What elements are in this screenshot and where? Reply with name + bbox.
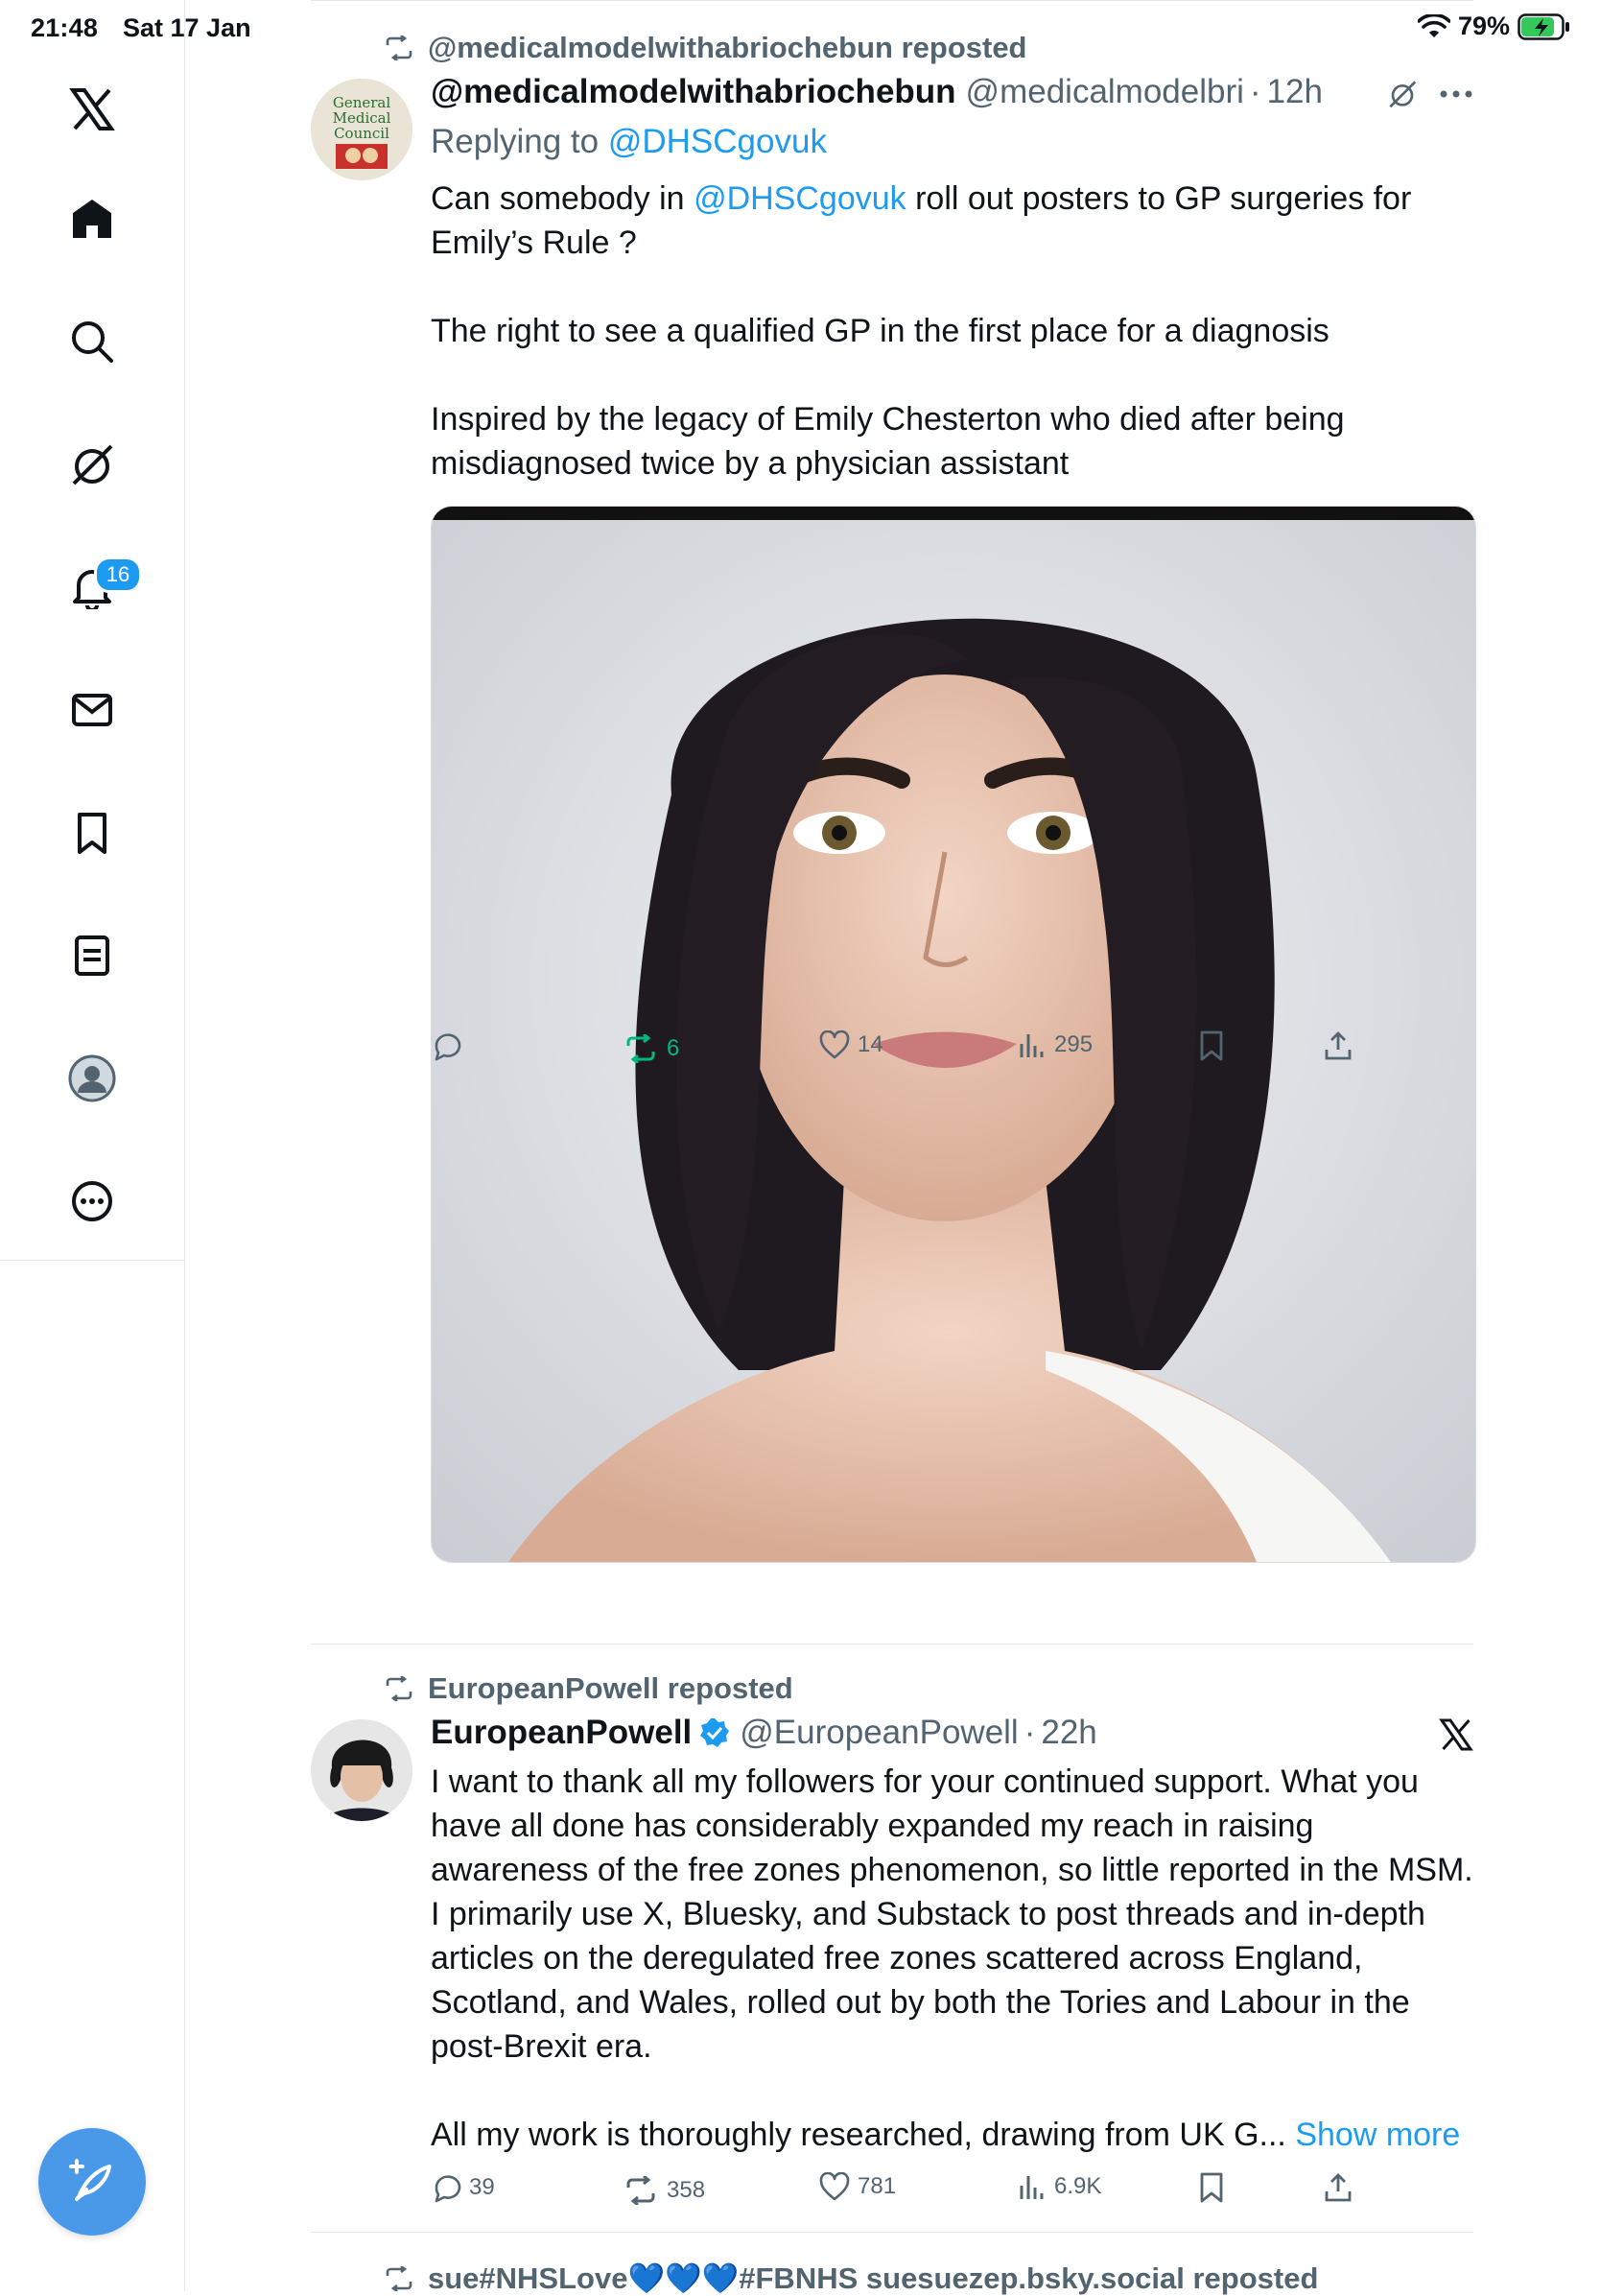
share-button[interactable] xyxy=(1323,2172,1353,2203)
tweet-header: @medicalmodelwithabriochebun @medicalmod… xyxy=(431,73,1323,111)
heart-icon xyxy=(819,1030,850,1059)
text-paragraph: Inspired by the legacy of Emily Chestert… xyxy=(431,401,1345,482)
tweet-divider xyxy=(311,2232,1473,2233)
tweet-actions: 39 358 781 6.9K xyxy=(431,2172,1390,2220)
repost-by-text[interactable]: @medicalmodelwithabriochebun reposted xyxy=(428,31,1027,65)
repost-indicator: @medicalmodelwithabriochebun reposted xyxy=(384,31,1027,65)
bookmarks-icon[interactable] xyxy=(65,806,119,860)
x-logo-icon[interactable] xyxy=(65,83,119,136)
tweet-avatar[interactable] xyxy=(311,1719,412,1821)
compose-button[interactable] xyxy=(38,2128,146,2236)
tweet-text: I want to thank all my followers for you… xyxy=(431,1760,1476,2157)
grok-icon[interactable] xyxy=(65,438,119,491)
tweet-top-actions xyxy=(1387,79,1473,109)
bookmark-button[interactable] xyxy=(1198,1030,1225,1061)
more-circle-icon[interactable] xyxy=(65,1174,119,1228)
author-name[interactable]: EuropeanPowell xyxy=(431,1714,692,1752)
more-options-icon[interactable] xyxy=(1439,89,1473,99)
author-handle[interactable]: @EuropeanPowell xyxy=(740,1714,1018,1752)
text-paragraph: I primarily use X, Bluesky, and Substack… xyxy=(431,1896,1425,2065)
tweet-time[interactable]: 12h xyxy=(1267,73,1323,111)
sidebar-divider xyxy=(0,1260,184,1261)
like-button[interactable]: 781 xyxy=(819,2172,896,2201)
x-logo-icon[interactable] xyxy=(1439,1717,1473,1752)
views-chart-icon xyxy=(1020,1034,1044,1057)
messages-envelope-icon[interactable] xyxy=(65,683,119,737)
share-icon xyxy=(1325,1031,1352,1060)
views-count: 6.9K xyxy=(1054,2173,1102,2199)
repost-button[interactable]: 358 xyxy=(623,2176,705,2205)
repost-indicator: sue#NHSLove💙💙💙#FBNHS suesuezep.bsky.soci… xyxy=(384,2260,1318,2296)
views-button[interactable]: 295 xyxy=(1018,1030,1093,1059)
heart-icon xyxy=(819,2172,850,2201)
tweet-text: Can somebody in @DHSCgovuk roll out post… xyxy=(431,177,1476,485)
views-count: 295 xyxy=(1054,1031,1094,1057)
repost-icon xyxy=(626,1034,655,1063)
like-count: 781 xyxy=(858,2173,897,2199)
feed-top-rule xyxy=(311,0,1473,1)
views-chart-icon xyxy=(1020,2176,1044,2199)
tweet-header: EuropeanPowell @EuropeanPowell · 22h xyxy=(431,1714,1097,1752)
verified-badge-icon xyxy=(699,1717,730,1748)
reply-button[interactable]: 39 xyxy=(431,2172,495,2203)
sidebar: 16 xyxy=(0,0,185,2291)
share-button[interactable] xyxy=(1323,1030,1353,1061)
author-name[interactable]: @medicalmodelwithabriochebun xyxy=(431,73,956,111)
text-paragraph: The right to see a qualified GP in the f… xyxy=(431,313,1329,349)
notifications-badge: 16 xyxy=(94,556,142,593)
repost-count: 6 xyxy=(667,1035,680,1061)
repost-by-text[interactable]: sue#NHSLove💙💙💙#FBNHS suesuezep.bsky.soci… xyxy=(428,2260,1318,2296)
tweet-avatar[interactable]: General Medical Council xyxy=(311,79,412,180)
compose-feather-icon xyxy=(69,2159,111,2201)
battery-icon xyxy=(1518,12,1571,40)
show-more-link[interactable]: Show more xyxy=(1295,2117,1460,2153)
tweet-time[interactable]: 22h xyxy=(1041,1714,1096,1752)
author-handle[interactable]: @medicalmodelbri xyxy=(966,73,1244,111)
reply-button[interactable] xyxy=(431,1030,469,1061)
repost-icon xyxy=(386,2265,412,2291)
share-icon xyxy=(1325,2173,1352,2202)
header-separator: · xyxy=(1249,73,1261,110)
tweet-top-actions xyxy=(1439,1717,1473,1752)
like-button[interactable]: 14 xyxy=(819,1030,883,1059)
tweet-actions: 6 14 295 xyxy=(431,1030,1390,1078)
battery-percent: 79% xyxy=(1457,12,1510,40)
reply-count: 39 xyxy=(469,2174,495,2200)
svg-text:Council: Council xyxy=(334,125,389,142)
repost-icon xyxy=(386,1676,412,1701)
bookmark-icon xyxy=(1200,2172,1223,2203)
replying-prefix: Replying to xyxy=(431,123,600,160)
profile-avatar-icon[interactable] xyxy=(65,1052,119,1105)
like-count: 14 xyxy=(858,1031,883,1057)
repost-icon xyxy=(626,2176,655,2205)
repost-count: 358 xyxy=(667,2177,706,2203)
grok-icon[interactable] xyxy=(1387,79,1418,109)
text-paragraph: I want to thank all my followers for you… xyxy=(431,1763,1473,1888)
lists-icon[interactable] xyxy=(65,929,119,982)
text-mention[interactable]: @DHSCgovuk xyxy=(694,180,906,217)
search-icon[interactable] xyxy=(65,315,119,368)
bookmark-icon xyxy=(1200,1030,1223,1061)
reply-icon xyxy=(435,1033,461,1061)
home-icon[interactable] xyxy=(65,192,119,246)
header-separator: · xyxy=(1024,1714,1036,1751)
replying-to: Replying to @DHSCgovuk xyxy=(431,123,827,161)
reply-icon xyxy=(435,2175,461,2203)
views-button[interactable]: 6.9K xyxy=(1018,2172,1101,2201)
repost-icon xyxy=(386,36,412,60)
wifi-icon xyxy=(1417,13,1450,39)
replying-to-mention[interactable]: @DHSCgovuk xyxy=(608,123,827,160)
tweet-actions xyxy=(431,1645,1390,1692)
bookmark-button[interactable] xyxy=(1198,2172,1225,2203)
text-part: Can somebody in xyxy=(431,180,685,217)
repost-button[interactable]: 6 xyxy=(623,1034,679,1063)
text-paragraph: All my work is thoroughly researched, dr… xyxy=(431,2117,1286,2153)
status-indicators: 79% xyxy=(1417,12,1571,41)
